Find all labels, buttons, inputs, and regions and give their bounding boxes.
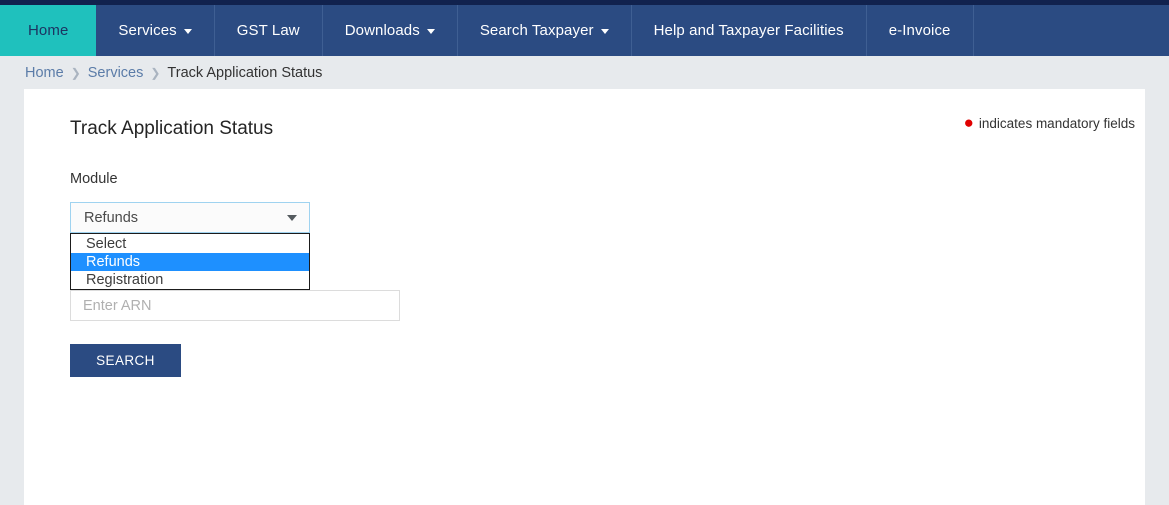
breadcrumb-item-home[interactable]: Home: [25, 65, 64, 81]
nav-item-home-label: Home: [28, 22, 69, 39]
track-application-form: Module Refunds Select Refunds Registrati…: [70, 171, 310, 290]
module-option-refunds[interactable]: Refunds: [71, 253, 309, 271]
nav-item-services[interactable]: Services: [96, 5, 215, 56]
nav-item-search-taxpayer[interactable]: Search Taxpayer: [458, 5, 632, 56]
chevron-down-icon: [183, 29, 192, 34]
chevron-down-icon: [287, 214, 297, 221]
nav-item-e-invoice-label: e-Invoice: [888, 22, 951, 39]
breadcrumb: Home ❯ Services ❯ Track Application Stat…: [0, 56, 1169, 89]
breadcrumb-item-current: Track Application Status: [167, 64, 323, 81]
chevron-down-icon: [426, 29, 435, 34]
nav-item-gst-law-label: GST Law: [236, 22, 300, 39]
mandatory-fields-note-label: indicates mandatory fields: [978, 116, 1135, 131]
module-select[interactable]: Refunds: [70, 202, 310, 233]
search-button[interactable]: SEARCH: [70, 344, 181, 377]
main-navigation-bar: Home Services GST Law Downloads Search T…: [0, 5, 1169, 56]
nav-item-help-label: Help and Taxpayer Facilities: [653, 22, 844, 39]
module-option-select[interactable]: Select: [71, 235, 309, 253]
nav-item-gst-law[interactable]: GST Law: [215, 5, 323, 56]
nav-item-downloads-label: Downloads: [344, 22, 420, 39]
content-panel: Track Application Status ● indicates man…: [24, 89, 1145, 505]
arn-input[interactable]: [70, 290, 400, 321]
breadcrumb-item-services[interactable]: Services: [88, 65, 144, 81]
nav-item-e-invoice[interactable]: e-Invoice: [867, 5, 974, 56]
arn-field-row: [70, 290, 400, 321]
nav-item-home[interactable]: Home: [0, 5, 97, 56]
navbar-filler: [973, 5, 1169, 56]
module-option-registration[interactable]: Registration: [71, 271, 309, 289]
breadcrumb-separator-icon: ❯: [70, 65, 81, 80]
module-select-wrapper: Refunds Select Refunds Registration: [70, 202, 310, 290]
module-select-dropdown[interactable]: Select Refunds Registration: [70, 233, 310, 290]
nav-item-services-label: Services: [118, 22, 177, 39]
module-field-label: Module: [70, 171, 118, 187]
nav-item-help-and-taxpayer-facilities[interactable]: Help and Taxpayer Facilities: [632, 5, 867, 56]
chevron-down-icon: [600, 29, 609, 34]
nav-item-search-taxpayer-label: Search Taxpayer: [479, 22, 594, 39]
page-title: Track Application Status: [70, 118, 274, 139]
module-select-value: Refunds: [84, 209, 139, 226]
nav-item-downloads[interactable]: Downloads: [323, 5, 458, 56]
breadcrumb-separator-icon: ❯: [150, 65, 161, 80]
mandatory-fields-note: ● indicates mandatory fields: [963, 112, 1135, 132]
